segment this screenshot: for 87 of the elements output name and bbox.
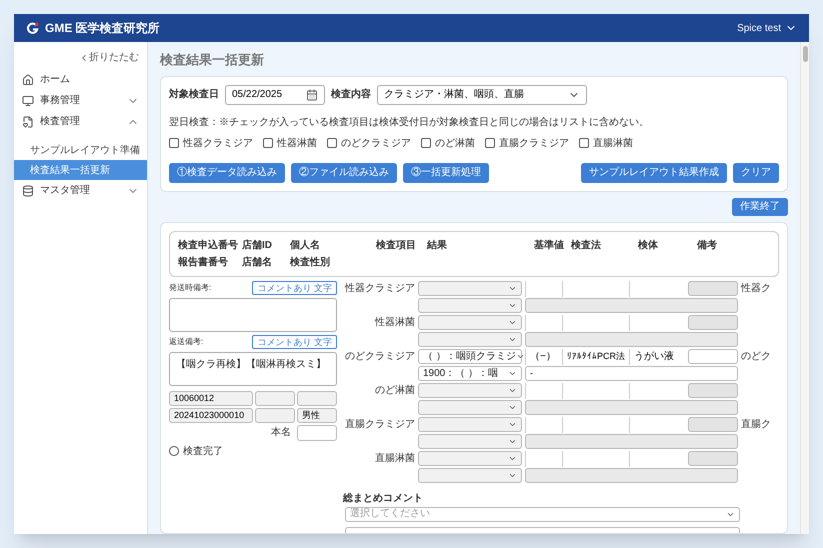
select-field[interactable]: [418, 417, 522, 432]
input-field[interactable]: [297, 390, 337, 406]
field-label: 発送時備考:: [169, 282, 212, 294]
column-header: 基準値: [534, 238, 565, 252]
action-button[interactable]: サンプルレイアウト結果作成: [581, 162, 727, 182]
select-field[interactable]: [418, 468, 522, 483]
page-title: 検査結果一括更新: [160, 51, 265, 69]
test-label: 直腸クラミジア: [345, 418, 415, 432]
comment-tag[interactable]: コメントあり 文字: [252, 334, 337, 348]
input-field[interactable]: [688, 349, 738, 364]
collapse-link[interactable]: 折りたたむ: [79, 50, 139, 65]
input-field[interactable]: [255, 390, 295, 406]
field-label: 検査内容: [331, 87, 371, 102]
summary-label: 総まとめコメント: [343, 492, 424, 506]
action-button[interactable]: クリア: [733, 162, 779, 182]
select-field[interactable]: [418, 281, 522, 296]
menu-icon: [22, 184, 34, 196]
input-field[interactable]: [297, 424, 337, 440]
input-field[interactable]: [255, 408, 295, 422]
column-header: 店舗名: [242, 255, 273, 270]
select-field[interactable]: クラミジア・淋菌、咽頭、直腸: [377, 84, 587, 104]
select-field[interactable]: [418, 400, 522, 415]
select-field[interactable]: [418, 332, 522, 347]
select-field[interactable]: 1900：（ ）：咽: [418, 366, 522, 381]
complete-checkbox[interactable]: 検査完了: [169, 444, 337, 458]
sidebar-subitem[interactable]: サンプルレイアウト準備: [14, 140, 147, 160]
column-header: 店舗ID: [242, 238, 273, 252]
column-header: 個人名: [290, 238, 321, 252]
column-header: 検査申込番号: [178, 238, 238, 252]
menu-icon: [22, 116, 34, 128]
field-label: 本名: [270, 426, 292, 440]
select-field[interactable]: [418, 434, 522, 449]
test-label: 性器淋菌: [374, 316, 415, 330]
test-label: のどクラミジア: [345, 350, 415, 364]
column-header: 検査性別: [290, 256, 331, 270]
test-label: 直腸ク: [741, 418, 771, 432]
table-cell-text: ﾘｱﾙﾀｲﾑPCR法: [567, 350, 626, 363]
note-text: 翌日検査：※チェックが入っている検査項目は検体受付日が対象検査日と同じの場合はリストに含めない。: [169, 116, 650, 130]
checkbox[interactable]: のど淋菌: [421, 136, 475, 150]
select-field[interactable]: [418, 383, 522, 398]
menu-icon: [22, 74, 34, 86]
test-label: のどク: [741, 350, 771, 364]
date-field[interactable]: 05/22/2025: [225, 84, 325, 104]
input-field[interactable]: 10060012: [169, 390, 253, 406]
user-menu[interactable]: Spice test: [737, 20, 797, 36]
sidebar-item[interactable]: マスタ管理: [14, 180, 147, 201]
action-button[interactable]: ①検査データ読み込み: [169, 162, 285, 182]
input-field[interactable]: 20241023000010: [169, 408, 253, 422]
sidebar-item[interactable]: 事務管理: [14, 90, 147, 111]
table-cell-text: うがい液: [634, 350, 674, 364]
column-header: 備考: [697, 238, 718, 252]
select-field[interactable]: [418, 298, 522, 313]
scrollbar[interactable]: [800, 42, 809, 534]
finish-button[interactable]: 作業終了: [732, 198, 788, 216]
app-title: GME 医学検査研究所: [45, 20, 160, 37]
note-textarea[interactable]: 【咽クラ再検】【咽淋再検スミ】: [169, 352, 337, 386]
checkbox[interactable]: 直腸淋菌: [579, 136, 633, 150]
column-header: 報告書番号: [178, 256, 229, 270]
sidebar-item[interactable]: 検査管理: [14, 111, 147, 132]
field-label: 対象検査日: [169, 87, 219, 102]
test-label: のど淋菌: [374, 384, 415, 398]
checkbox[interactable]: 性器淋菌: [263, 136, 317, 150]
select-field[interactable]: （ ）：咽頭クラミジ: [418, 349, 522, 364]
calendar-icon: [306, 88, 318, 100]
column-header: 検査項目: [374, 238, 417, 252]
field-label: 返送備考:: [169, 336, 204, 348]
select-field[interactable]: [418, 315, 522, 330]
comment-tag[interactable]: コメントあり 文字: [252, 280, 337, 294]
test-label: 直腸淋菌: [374, 452, 415, 466]
column-header: 結果: [427, 238, 448, 252]
select-field[interactable]: [418, 451, 522, 466]
comment-field[interactable]: -: [525, 366, 738, 381]
checkbox[interactable]: のどクラミジア: [327, 136, 411, 150]
input-field[interactable]: 男性: [297, 408, 337, 422]
action-button[interactable]: ③一括更新処理: [403, 162, 489, 182]
test-label: 性器クラミジア: [345, 282, 415, 296]
logo-icon: [26, 22, 39, 34]
note-textarea[interactable]: [169, 298, 337, 332]
column-header: 検査法: [571, 238, 602, 252]
column-header: 検体: [638, 238, 659, 252]
checkbox[interactable]: 性器クラミジア: [169, 136, 253, 150]
menu-icon: [22, 94, 34, 106]
action-button[interactable]: ②ファイル読み込み: [291, 162, 397, 182]
test-label: 性器ク: [741, 282, 771, 296]
checkbox[interactable]: 直腸クラミジア: [485, 136, 569, 150]
table-cell-text: （−）: [530, 350, 556, 364]
sidebar-item[interactable]: ホーム: [14, 69, 147, 90]
